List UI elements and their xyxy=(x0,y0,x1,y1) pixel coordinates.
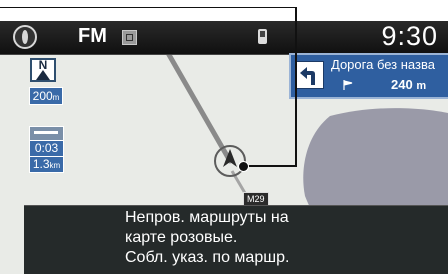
clock: 9:30 xyxy=(381,21,438,51)
north-arrow-icon xyxy=(36,70,50,80)
navigation-screen[interactable]: FM 9:30 N 200m 0:03 1.3km Дорога без наз… xyxy=(0,21,448,274)
phone-icon xyxy=(258,29,267,44)
compass-icon[interactable] xyxy=(13,25,37,49)
message-box: Непров. маршруты на карте розовые. Собл.… xyxy=(24,205,448,274)
next-turn-distance: 240 m xyxy=(391,77,426,92)
callout-dot xyxy=(238,161,249,172)
next-turn-panel[interactable]: Дорога без назва 240 m xyxy=(289,53,448,99)
north-up-icon[interactable]: N xyxy=(30,58,56,82)
callout-line-horizontal xyxy=(0,7,296,8)
route-line xyxy=(165,50,233,164)
route-info-panel[interactable]: 0:03 1.3km xyxy=(29,126,64,176)
message-line-3: Собл. указ. по маршр. xyxy=(125,249,290,266)
callout-line-pointer xyxy=(243,165,297,167)
turn-left-arrow-icon xyxy=(296,61,324,89)
scale-unit: m xyxy=(52,93,60,102)
audio-source-label[interactable]: FM xyxy=(78,25,107,48)
map-scale-button[interactable]: 200m xyxy=(29,87,63,105)
road-number-label: M29 xyxy=(243,192,269,206)
status-bar: FM 9:30 xyxy=(0,21,448,55)
scale-value: 200 xyxy=(32,89,53,103)
remaining-time: 0:03 xyxy=(29,141,64,157)
message-line-1: Непров. маршруты на xyxy=(125,209,289,226)
remaining-distance-unit: km xyxy=(49,161,61,170)
route-flag-icon xyxy=(29,126,64,141)
next-street-name: Дорога без назва xyxy=(331,57,435,72)
next-turn-distance-unit: m xyxy=(416,80,427,92)
remaining-distance-value: 1.3 xyxy=(32,157,50,171)
remaining-distance: 1.3km xyxy=(29,157,64,173)
next-turn-distance-value: 240 xyxy=(391,77,413,92)
rds-icon xyxy=(122,30,137,45)
message-line-2: карте розовые. xyxy=(125,229,238,246)
callout-line-vertical xyxy=(295,7,297,166)
destination-flag-icon xyxy=(343,80,353,90)
